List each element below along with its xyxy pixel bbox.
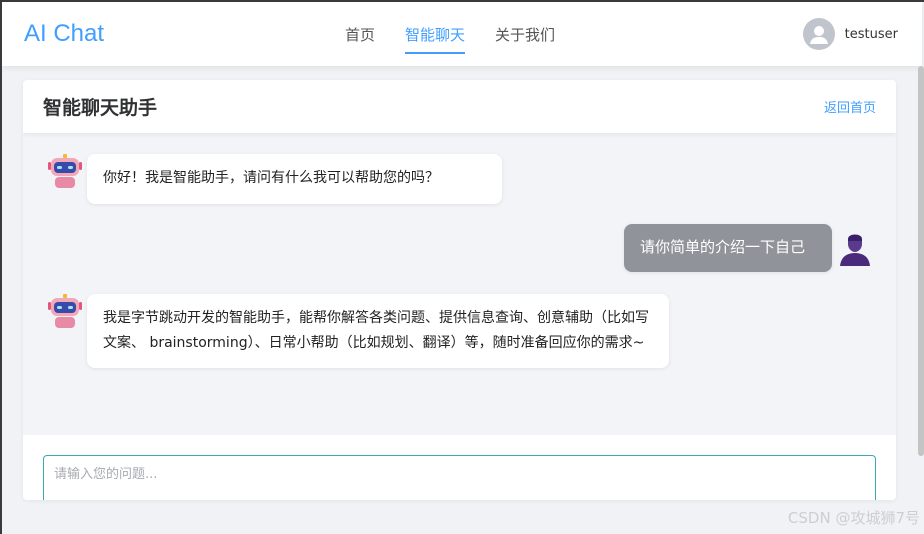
message-bubble: 请你简单的介绍一下自己 [624,224,832,272]
main-nav: 首页 智能聊天 关于我们 [345,2,585,66]
chat-header: 智能聊天助手 返回首页 [23,80,896,133]
top-nav-bar: AI Chat 首页 智能聊天 关于我们 testuser [2,2,922,66]
message-user: 请你简单的介绍一下自己 [624,224,872,272]
back-home-link[interactable]: 返回首页 [824,97,876,116]
message-bot: 你好！我是智能助手，请问有什么我可以帮助您的吗？ [47,153,502,204]
page-scrollbar[interactable] [918,66,924,456]
message-bot: 我是字节跳动开发的智能助手，能帮你解答各类问题、提供信息查询、创意辅助（比如写文… [47,293,669,368]
chat-card: 智能聊天助手 返回首页 你好！我是智能助手，请问有什么我可以帮助您的吗？ 请你简… [23,80,896,500]
nav-item-about[interactable]: 关于我们 [495,2,555,66]
message-list: 你好！我是智能助手，请问有什么我可以帮助您的吗？ 请你简单的介绍一下自己 我是字… [23,133,896,435]
user-avatar-icon [840,234,870,266]
nav-item-home[interactable]: 首页 [345,2,375,66]
robot-avatar-icon [48,294,82,328]
input-area [23,435,896,500]
user-menu[interactable]: testuser [802,18,898,50]
chat-title: 智能聊天助手 [43,97,158,119]
user-avatar-icon[interactable] [802,18,835,50]
watermark: CSDN @攻城狮7号 [787,509,920,527]
nav-item-smart-chat[interactable]: 智能聊天 [405,2,466,66]
robot-avatar-icon [48,154,82,188]
username[interactable]: testuser [845,27,898,42]
message-bubble: 我是字节跳动开发的智能助手，能帮你解答各类问题、提供信息查询、创意辅助（比如写文… [87,294,669,368]
chat-input[interactable] [43,455,876,500]
message-bubble: 你好！我是智能助手，请问有什么我可以帮助您的吗？ [87,154,502,204]
app-logo[interactable]: AI Chat [24,20,104,48]
